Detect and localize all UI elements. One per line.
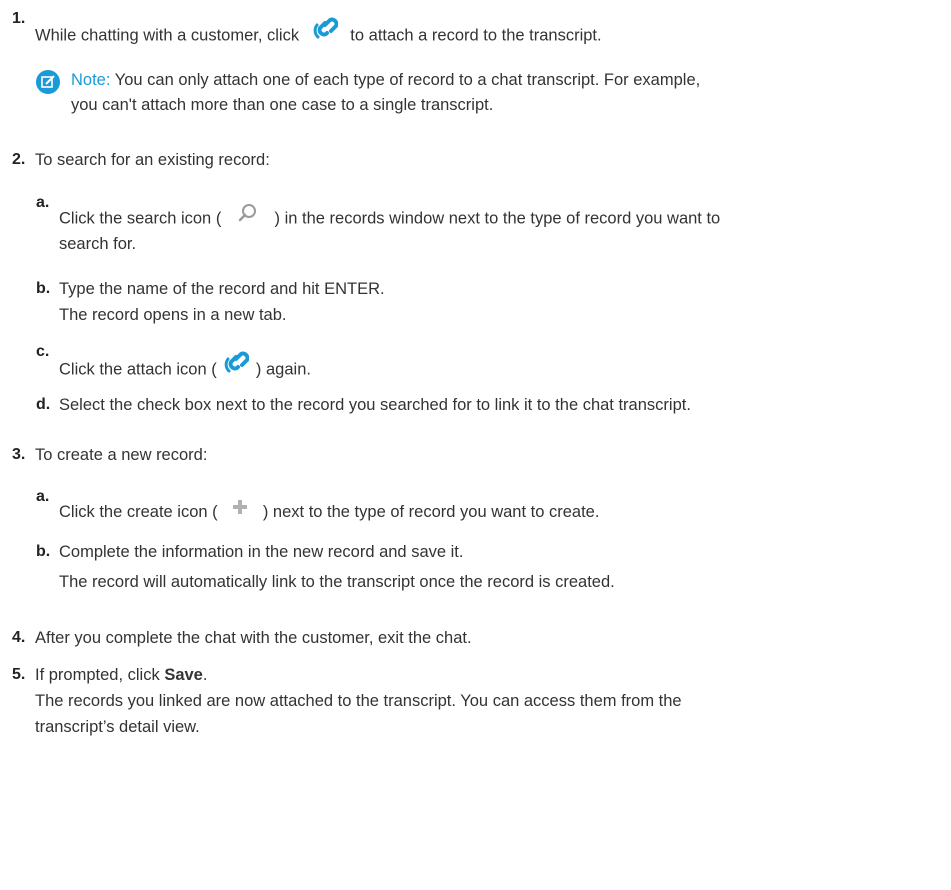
step-number: 1. [12,10,26,27]
substep-letter: b. [36,280,51,297]
substep-letter: b. [36,543,51,560]
step-3-text: To create a new record: [35,446,208,464]
step-1-text: While chatting with a customer, click to… [35,17,602,52]
search-icon [238,203,258,231]
step-2c-text: Click the attach icon ( ) again. [59,351,311,386]
attach-icon [312,17,339,49]
step-number: 4. [12,629,26,646]
step-2a-text: Click the search icon ( ) in the records… [59,203,721,233]
step-2c-pre: Click the attach icon ( [59,360,217,379]
step-5-line-1: If prompted, click Save. [35,662,207,688]
step-2a-pre: Click the search icon ( [59,209,222,228]
step-1-pre: While chatting with a customer, click [35,26,300,45]
substep-letter: c. [36,343,50,360]
substep-letter: a. [36,194,50,211]
step-3b-line-1: Complete the information in the new reco… [59,543,464,561]
attach-icon [223,351,250,383]
step-3a-post: ) next to the type of record you want to… [262,503,600,521]
note-line-2: you can't attach more than one case to a… [71,96,494,114]
step-5-line-3: transcript’s detail view. [35,718,200,736]
step-2b-line-2: The record opens in a new tab. [59,306,287,324]
step-5-line-2: The records you linked are now attached … [35,692,682,710]
step-2c-post: ) again. [255,360,311,379]
step-1-post: to attach a record to the transcript. [350,26,602,45]
note-text: You can only attach one of each type of … [114,71,701,89]
plus-icon [232,497,248,523]
step-3a-pre: Click the create icon ( [59,503,218,521]
substep-letter: d. [36,396,51,413]
step-2b-line-1: Type the name of the record and hit ENTE… [59,280,385,298]
step-3b-line-2: The record will automatically link to th… [59,573,615,591]
step-4-text: After you complete the chat with the cus… [35,629,472,647]
step-number: 2. [12,151,26,168]
note-icon [36,70,60,94]
step-2d-text: Select the check box next to the record … [59,396,691,414]
substep-letter: a. [36,488,50,505]
step-2a-post: ) in the records window next to the type… [274,209,721,228]
save-label: Save [164,666,203,684]
step-3a-text: Click the create icon ( ) next to the ty… [59,499,599,526]
note-label: Note: [71,71,111,89]
step-5-pre: If prompted, click [35,666,160,684]
step-5-post: . [202,666,208,684]
step-number: 5. [12,666,26,683]
step-2a-line-2: search for. [59,235,137,253]
step-number: 3. [12,446,26,463]
note-line-1: Note: You can only attach one of each ty… [71,67,700,93]
step-2-text: To search for an existing record: [35,151,270,169]
